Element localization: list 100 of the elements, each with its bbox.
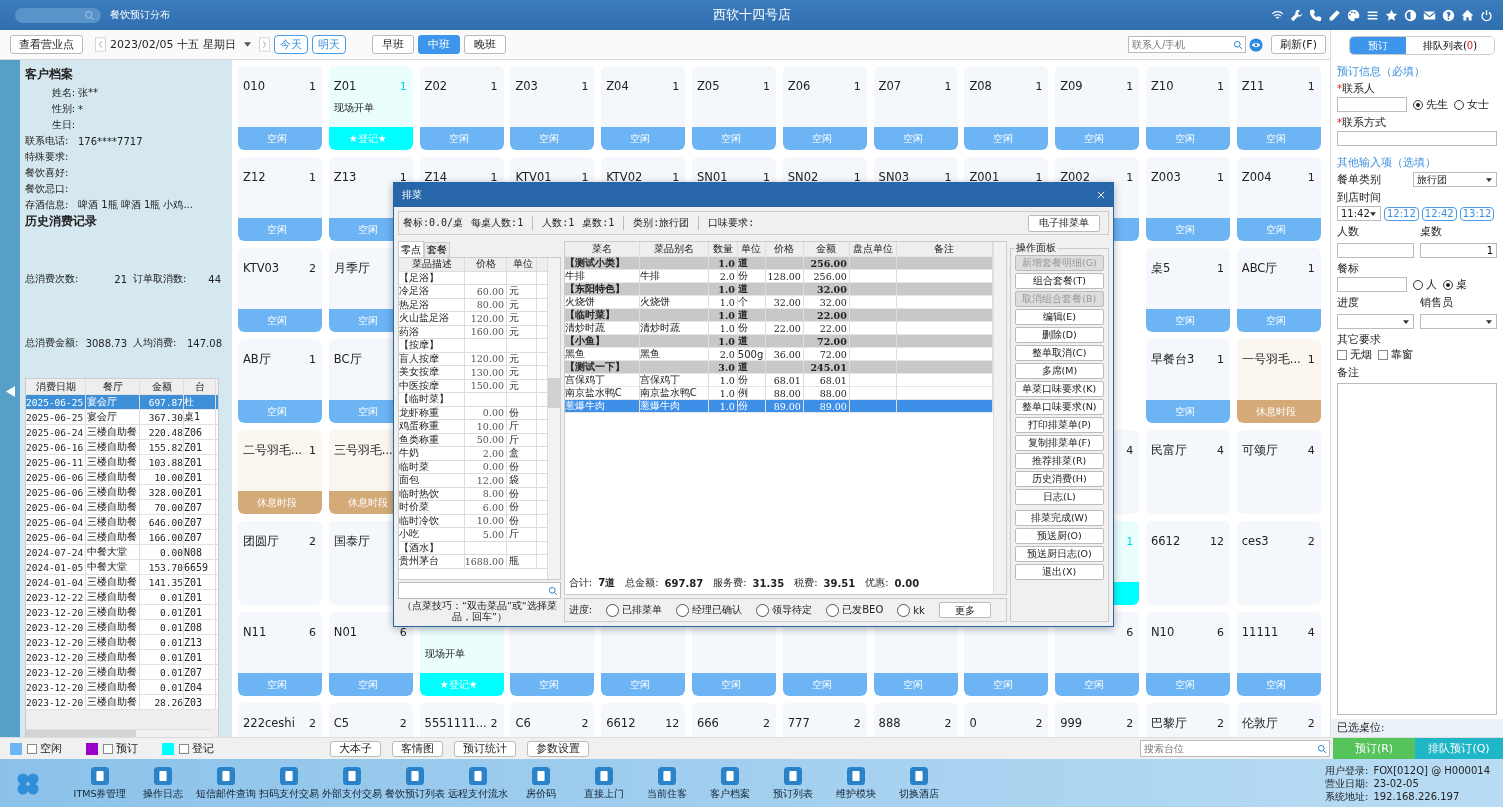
table-name: Z08	[969, 79, 992, 93]
column-header: 价格	[465, 258, 507, 271]
table-note: 现场开单	[424, 647, 466, 661]
status-bar: 空闲	[692, 127, 776, 150]
table-cell: 冷足浴	[399, 285, 465, 298]
field-label: 联系电话:	[25, 134, 70, 148]
table-cell: 697.87	[140, 395, 184, 409]
field-label: 存酒信息:	[25, 198, 70, 212]
table-name: Z13	[333, 170, 357, 184]
table-cell: 道	[737, 309, 766, 322]
table-cell: 三楼自助餐	[86, 665, 140, 679]
table-cell: Z13	[184, 635, 216, 649]
table-cell: 10.00	[140, 470, 184, 484]
table-cell: 中医按摩	[399, 379, 465, 392]
table-name: 国泰厅	[333, 533, 370, 549]
table-name: N10	[1150, 625, 1175, 639]
table-cell: 三楼自助餐	[86, 695, 140, 709]
table-cell: 份	[507, 487, 537, 500]
table-cell: 元	[507, 298, 537, 311]
seat-count: 4	[1307, 443, 1315, 457]
table-cell: 0.00	[140, 545, 184, 559]
table-cell: 89.00	[765, 400, 804, 413]
table-cell: 22.00	[803, 309, 850, 322]
table-name: 0	[969, 716, 977, 730]
total-value: 0.00	[894, 577, 920, 589]
table-cell: 5.00	[465, 528, 507, 541]
field-label: 餐单类别	[1337, 172, 1382, 187]
field-label: 性别:	[50, 102, 75, 116]
table-cell: 道	[737, 283, 766, 296]
table-cell: 50.00	[465, 433, 507, 446]
field-value: 176****7717	[78, 135, 143, 147]
weekday: 星期日	[203, 37, 237, 52]
status-label: 营业日期:	[1325, 777, 1369, 790]
table-cell: 时价菜	[399, 501, 465, 514]
table-cell: 2023-12-20	[26, 635, 86, 649]
table-name: 6612	[1150, 534, 1181, 548]
table-name: 11111	[1241, 625, 1279, 639]
total-value: 39.51	[823, 577, 856, 589]
table-cell: 1.0	[708, 374, 738, 387]
group-name: 【东阳特色】	[564, 283, 640, 296]
status-bar: 空闲	[692, 673, 776, 696]
table-name: SN03	[878, 170, 910, 184]
stat-value: 147.08	[187, 337, 223, 349]
table-name: 666	[697, 716, 719, 730]
table-name: KTV02	[606, 170, 643, 184]
table-cell: 2023-12-20	[26, 665, 86, 679]
field-label: 其它要求	[1337, 333, 1382, 347]
table-cell: Z01	[184, 455, 216, 469]
table-cell: 2024-01-04	[26, 575, 86, 589]
field-label: 桌数	[1420, 225, 1443, 239]
status-bar: ★登记★	[328, 127, 413, 150]
seat-count: 1	[1307, 352, 1315, 366]
seat-count: 1	[763, 170, 770, 184]
table-name: 999	[1060, 716, 1083, 730]
seat-count: 1	[944, 79, 952, 93]
table-cell: 份	[507, 514, 537, 527]
section-title: 其他输入项（选填）	[1337, 156, 1437, 170]
table-cell: Z07	[184, 515, 216, 529]
table-cell: 0.01	[140, 605, 184, 619]
table-cell: 0.01	[140, 590, 184, 604]
column-header: 单位	[507, 258, 537, 271]
table-name: SN01	[697, 170, 728, 184]
table-cell: 130.00	[465, 366, 507, 379]
table-name: 月季厅	[333, 260, 370, 276]
table-cell: 6.00	[465, 501, 507, 514]
table-cell: 宴会厅	[86, 410, 140, 424]
table-cell: 28.26	[140, 695, 184, 709]
table-cell: 中餐大堂	[86, 560, 140, 574]
table-cell: 2025-06-04	[26, 515, 86, 529]
total-label: 合计:	[568, 576, 593, 590]
table-cell: 元	[507, 352, 537, 365]
table-cell: 盒	[507, 447, 537, 460]
seat-count: 2	[853, 716, 861, 730]
table-cell: 153.70	[140, 560, 184, 574]
field-label: 餐标	[1337, 262, 1360, 276]
seat-count: 1	[1216, 170, 1224, 184]
info-text: 每桌人数:1	[471, 216, 524, 230]
table-cell: 2023-12-20	[26, 650, 86, 664]
table-name: Z01	[333, 79, 357, 93]
table-cell: Z01	[184, 605, 216, 619]
lunar-day: 十五	[177, 37, 200, 52]
table-cell: 斤	[507, 528, 537, 541]
table-cell: 三楼自助餐	[86, 650, 140, 664]
table-cell: 0.01	[140, 635, 184, 649]
seat-count: 4	[1126, 443, 1134, 457]
table-cell: 元	[507, 379, 537, 392]
seat-count: 1	[672, 79, 680, 93]
table-cell: 份	[507, 406, 537, 419]
table-cell: Z01	[184, 440, 216, 454]
table-cell: 鸡蛋称重	[399, 420, 465, 433]
field-label: *联系方式	[1337, 116, 1388, 130]
table-cell: 元	[507, 366, 537, 379]
stat-value: 3088.73	[85, 337, 128, 349]
table-cell: 1.0	[708, 309, 738, 322]
status-label: 系统地址:	[1325, 790, 1369, 803]
table-cell: 三楼自助餐	[86, 455, 140, 469]
table-cell: 3.0	[708, 361, 738, 374]
table-name: KTV01	[515, 170, 552, 184]
table-cell: 份	[507, 460, 537, 473]
table-cell: 药浴	[399, 325, 465, 338]
